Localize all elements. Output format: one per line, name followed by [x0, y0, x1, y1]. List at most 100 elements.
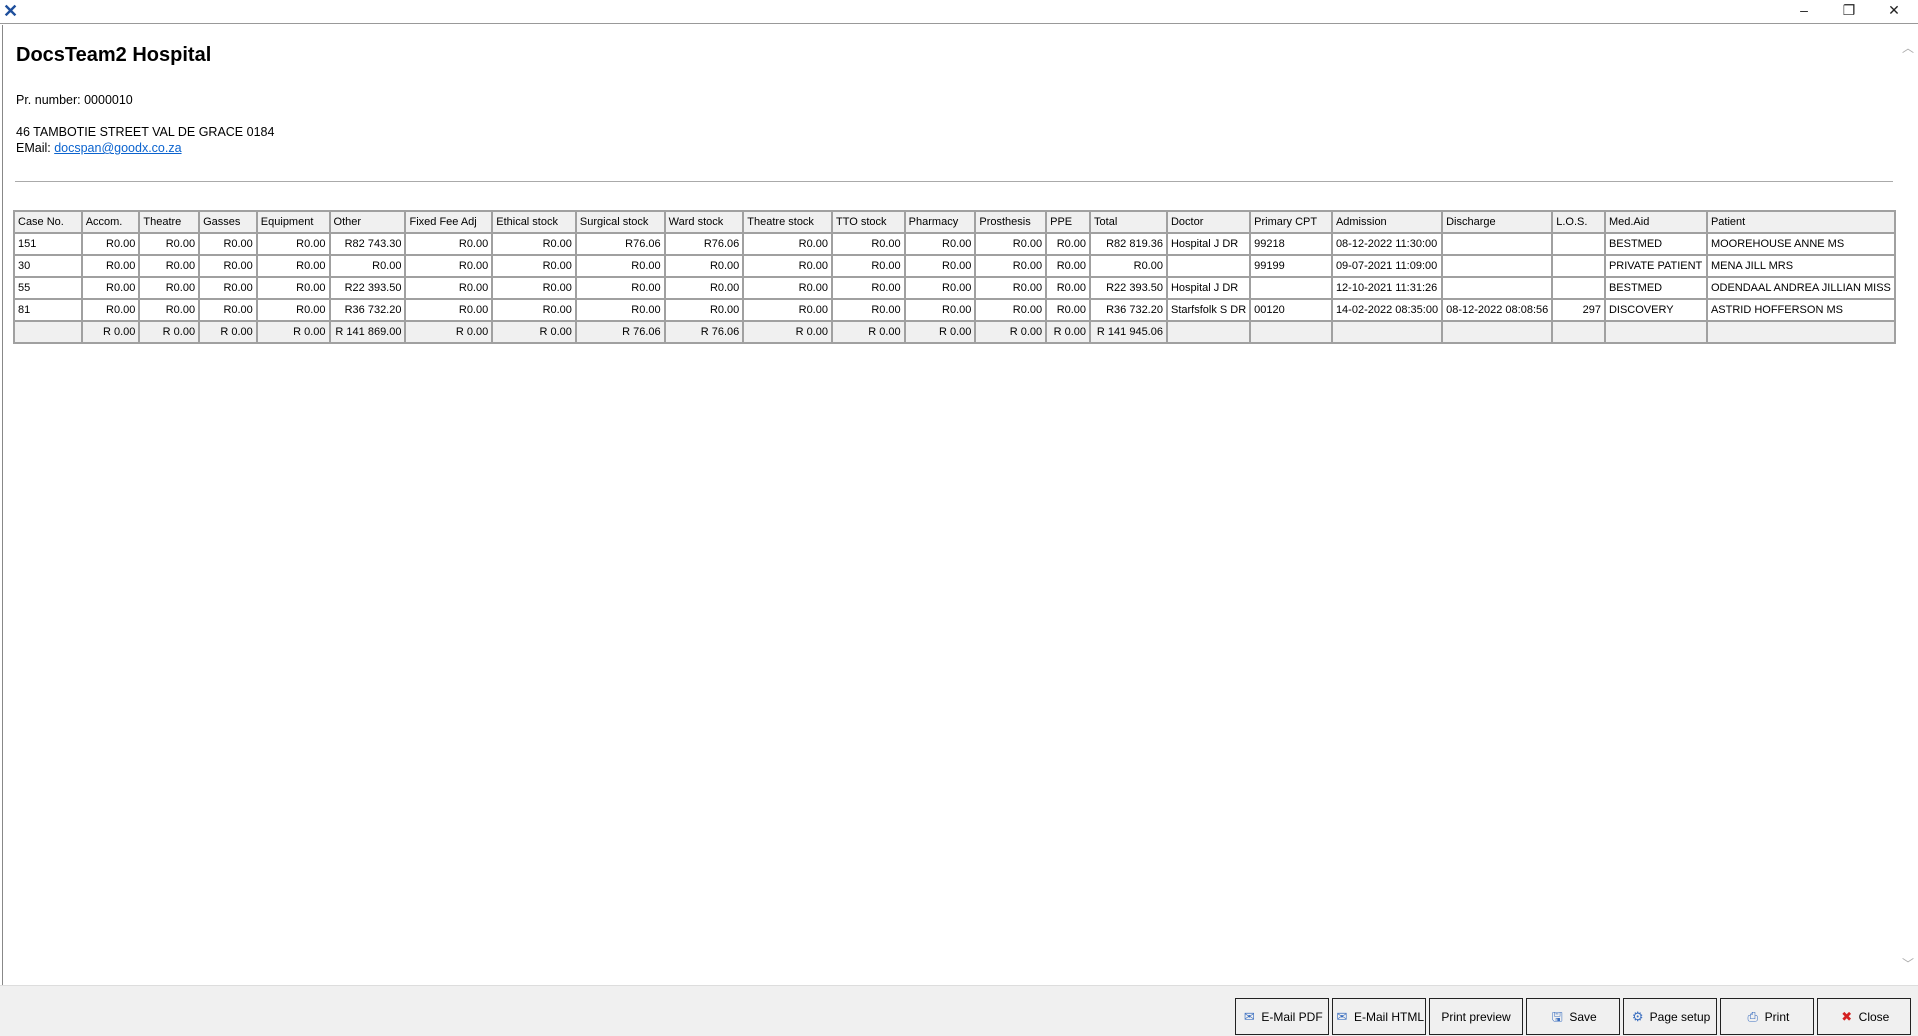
table-cell: MENA JILL MRS — [1705, 254, 1897, 278]
column-header: Pharmacy — [903, 210, 977, 234]
column-header: Ward stock — [663, 210, 745, 234]
column-header: Prosthesis — [974, 210, 1048, 234]
table-cell: PRIVATE PATIENT — [1603, 254, 1708, 278]
button-bar: ✉ E-Mail PDF ✉ E-Mail HTML Print preview 🖫 Sav… — [0, 985, 1918, 1036]
table-cell: R22 393.50 — [328, 276, 407, 300]
table-cell: R 141 869.00 — [328, 320, 407, 344]
table-cell: R0.00 — [404, 232, 494, 256]
table-cell: 99199 — [1249, 254, 1333, 278]
table-cell: 00120 — [1249, 298, 1333, 322]
table-cell: R0.00 — [974, 254, 1048, 278]
table-cell: R0.00 — [974, 276, 1048, 300]
table-cell: R0.00 — [830, 276, 906, 300]
table-cell: R 0.00 — [491, 320, 577, 344]
column-header: Accom. — [80, 210, 141, 234]
table-cell: R 0.00 — [198, 320, 258, 344]
table-cell: R0.00 — [255, 254, 331, 278]
table-cell: R0.00 — [830, 254, 906, 278]
table-cell: R0.00 — [742, 254, 833, 278]
table-cell: R0.00 — [404, 298, 494, 322]
e-mail-html-button[interactable]: ✉ E-Mail HTML — [1332, 998, 1426, 1035]
column-header: Doctor — [1165, 210, 1252, 234]
table-cell: 12-10-2021 11:31:26 — [1330, 276, 1444, 300]
minimize-button[interactable]: – — [1784, 0, 1824, 22]
table-cell: 55 — [13, 276, 83, 300]
scroll-down-icon[interactable]: ﹀ — [1902, 955, 1914, 972]
app-logo-icon: ✕ — [3, 1, 19, 21]
column-header: L.O.S. — [1551, 210, 1606, 234]
table-cell: R 0.00 — [974, 320, 1048, 344]
table-cell: R0.00 — [574, 254, 666, 278]
column-header: Surgical stock — [574, 210, 666, 234]
report-table: Case No. Accom. Theatre Gasses Equipment Othe… — [13, 210, 1897, 344]
table-cell: 30 — [13, 254, 83, 278]
table-cell: R0.00 — [663, 298, 745, 322]
button-label: Save — [1569, 1009, 1597, 1024]
table-cell: R0.00 — [974, 232, 1048, 256]
table-cell — [1441, 254, 1554, 278]
table-cell: R0.00 — [491, 232, 577, 256]
print-button[interactable]: ⎙ Print — [1720, 998, 1814, 1035]
pr-number: Pr. number: 0000010 — [16, 93, 133, 107]
table-cell: 99218 — [1249, 232, 1333, 256]
table-cell — [1441, 320, 1554, 344]
table-cell: R0.00 — [80, 298, 141, 322]
table-cell: R0.00 — [491, 254, 577, 278]
table-row: 151 R0.00 R0.00 R0.00 R0.00 R82 743.30 R0.00 R0… — [13, 232, 1897, 256]
vertical-scrollbar[interactable]: ︿ ﹀ — [1898, 25, 1918, 985]
table-cell: R0.00 — [830, 298, 906, 322]
table-cell: R0.00 — [255, 276, 331, 300]
scroll-up-icon[interactable]: ︿ — [1902, 39, 1914, 56]
table-cell: R0.00 — [138, 276, 201, 300]
table-cell — [1330, 320, 1444, 344]
save-icon: 🖫 — [1551, 1008, 1563, 1024]
column-header: Discharge — [1441, 210, 1554, 234]
table-cell: ODENDAAL ANDREA JILLIAN MISS — [1705, 276, 1897, 300]
column-header: Primary CPT — [1249, 210, 1333, 234]
table-cell: R82 743.30 — [328, 232, 407, 256]
table-cell — [1551, 232, 1606, 256]
column-header: TTO stock — [830, 210, 906, 234]
save-button[interactable]: 🖫 Save — [1526, 998, 1620, 1035]
table-row: 81 R0.00 R0.00 R0.00 R0.00 R36 732.20 R0.00 R0.… — [13, 298, 1897, 322]
page-setup-icon: ⚙ — [1631, 1008, 1644, 1024]
column-header: PPE — [1045, 210, 1092, 234]
table-cell: R 0.00 — [1045, 320, 1092, 344]
close-button[interactable]: ✖ Close — [1817, 998, 1911, 1035]
table-cell: R0.00 — [1045, 232, 1092, 256]
table-cell: R0.00 — [138, 232, 201, 256]
email-link[interactable]: docspan@goodx.co.za — [54, 141, 181, 155]
table-cell: R0.00 — [742, 298, 833, 322]
table-cell: R0.00 — [903, 276, 977, 300]
table-cell: R0.00 — [491, 298, 577, 322]
table-row: 55 R0.00 R0.00 R0.00 R0.00 R22 393.50 R0.00 R0.… — [13, 276, 1897, 300]
table-cell: R0.00 — [903, 298, 977, 322]
table-cell: R0.00 — [138, 254, 201, 278]
table-cell — [1705, 320, 1897, 344]
e-mail-pdf-button[interactable]: ✉ E-Mail PDF — [1235, 998, 1329, 1035]
table-cell: R0.00 — [1089, 254, 1168, 278]
table-cell: 14-02-2022 08:35:00 — [1330, 298, 1444, 322]
print-preview-button[interactable]: Print preview — [1429, 998, 1523, 1035]
table-cell: R 0.00 — [138, 320, 201, 344]
column-header: Admission — [1330, 210, 1444, 234]
window-close-button[interactable]: ✕ — [1874, 0, 1914, 22]
report-view: DocsTeam2 Hospital Pr. number: 0000010 4… — [2, 25, 1897, 985]
table-cell — [1551, 276, 1606, 300]
table-cell: R36 732.20 — [1089, 298, 1168, 322]
totals-row: R 0.00 R 0.00 R 0.00 R 0.00 R 141 869.00 R 0.… — [13, 320, 1897, 344]
table-cell: R0.00 — [663, 276, 745, 300]
column-header: Patient — [1705, 210, 1897, 234]
restore-button[interactable]: ❐ — [1829, 0, 1869, 22]
button-label: Close — [1858, 1009, 1890, 1024]
table-cell — [1165, 320, 1252, 344]
column-header: Other — [328, 210, 407, 234]
table-cell — [1551, 254, 1606, 278]
table-cell: R 0.00 — [903, 320, 977, 344]
page-setup-button[interactable]: ⚙ Page setup — [1623, 998, 1717, 1035]
table-cell: R0.00 — [1045, 254, 1092, 278]
table-cell: R0.00 — [198, 298, 258, 322]
table-cell: DISCOVERY — [1603, 298, 1708, 322]
table-cell: Hospital J DR — [1165, 232, 1252, 256]
table-cell — [1551, 320, 1606, 344]
